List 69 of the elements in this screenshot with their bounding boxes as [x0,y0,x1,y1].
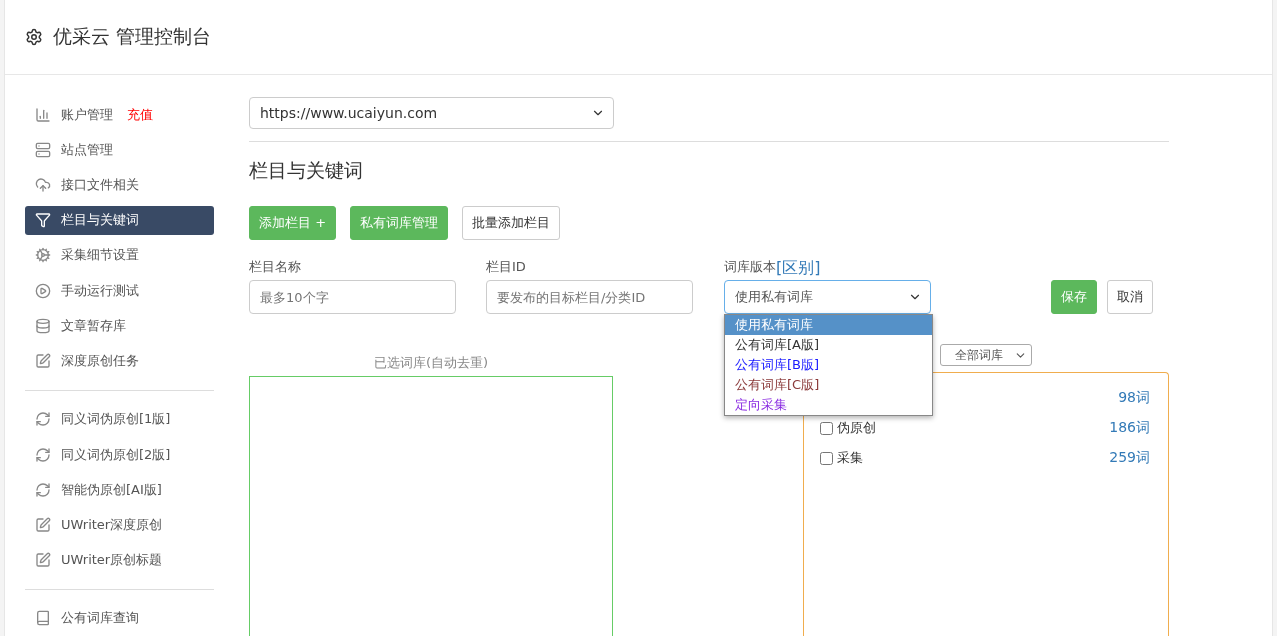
site-select[interactable]: https://www.ucaiyun.com [249,97,614,129]
sidebar-item[interactable]: 手动运行测试 [25,276,214,306]
library-filter-select[interactable]: 全部词库 [940,344,1032,366]
sidebar-label: 手动运行测试 [61,281,139,300]
refresh-icon [35,411,51,428]
database-icon [35,317,51,334]
sidebar-label: 采集细节设置 [61,246,139,265]
cancel-button[interactable]: 取消 [1107,280,1153,314]
action-button[interactable]: 批量添加栏目 [462,206,561,240]
library-name: 采集 [837,449,863,467]
sidebar-label: 栏目与关键词 [61,211,139,230]
column-name-input[interactable]: 最多10个字 [249,280,456,314]
sidebar-item[interactable]: 公有词库查询 [25,603,214,633]
edit-icon [35,552,51,569]
difference-link[interactable]: [区别] [776,258,821,280]
refresh-icon [35,446,51,463]
dropdown-option[interactable]: 公有词库[C版] [725,375,932,395]
sidebar-label: 账户管理 [61,105,113,124]
sidebar-label: 文章暂存库 [61,316,126,335]
word-count: 98词 [1118,389,1150,407]
sidebar-label: UWriter深度原创 [61,516,163,534]
version-select[interactable]: 使用私有词库 [724,280,931,314]
library-checkbox[interactable] [820,451,833,465]
settings-icon [25,28,43,46]
recharge-link[interactable]: 充值 [127,105,153,124]
cloud-upload-icon [35,177,51,194]
field-label: 栏目名称 [249,258,302,276]
book-icon [35,610,51,627]
sidebar-label: UWriter原创标题 [61,551,163,570]
field-label: 栏目ID [486,258,527,276]
gears-icon [35,247,51,264]
library-name: 伪原创 [837,419,876,437]
sidebar-label: 深度原创任务 [61,352,139,371]
column-id-input[interactable]: 要发布的目标栏目/分类ID [486,280,693,314]
sidebar-item[interactable]: 栏目与关键词 [25,205,214,235]
edit-icon [35,353,51,370]
server-icon [35,141,51,158]
filter-icon [35,212,51,229]
sidebar-item[interactable]: 文章暂存库 [25,311,214,341]
sidebar-label: 同义词伪原创[2版] [61,445,171,464]
dropdown-option[interactable]: 公有词库[A版] [725,335,932,355]
library-checkbox[interactable] [820,421,833,435]
sidebar-label: 接口文件相关 [61,176,139,195]
sidebar-label: 站点管理 [61,140,113,159]
sidebar-item[interactable]: 同义词伪原创[2版] [25,439,214,470]
bar-chart-icon [35,106,51,123]
edit-icon [35,517,51,533]
console-title: 优采云 管理控制台 [53,24,212,49]
sidebar-label: 同义词伪原创[1版] [61,410,171,429]
sidebar-item[interactable]: 深度原创任务 [25,346,214,376]
field-label: 词库版本 [724,258,776,276]
sidebar-item[interactable]: 同义词伪原创[1版] [25,404,214,434]
sidebar-item[interactable]: 采集细节设置 [25,240,214,271]
sidebar-item[interactable]: 智能伪原创[AI版] [25,475,214,505]
sidebar-label: 公有词库查询 [61,609,139,628]
sidebar-item[interactable]: 站点管理 [25,135,214,165]
sidebar-item[interactable]: 接口文件相关 [25,170,214,200]
sidebar-item[interactable]: UWriter原创标题 [25,545,214,575]
panel-title: 已选词库(自动去重) [373,354,489,372]
sidebar-item[interactable]: 账户管理 充值 [25,100,214,130]
play-icon [35,282,51,299]
word-count: 259词 [1109,449,1150,467]
dropdown-option[interactable]: 定向采集 [725,395,932,415]
sidebar-item[interactable]: UWriter深度原创 [25,510,214,540]
refresh-icon [35,481,51,498]
dropdown-option[interactable]: 公有词库[B版] [725,355,932,375]
section-title: 栏目与关键词 [249,158,364,183]
sidebar-label: 智能伪原创[AI版] [61,480,162,499]
word-count: 186词 [1109,419,1150,437]
